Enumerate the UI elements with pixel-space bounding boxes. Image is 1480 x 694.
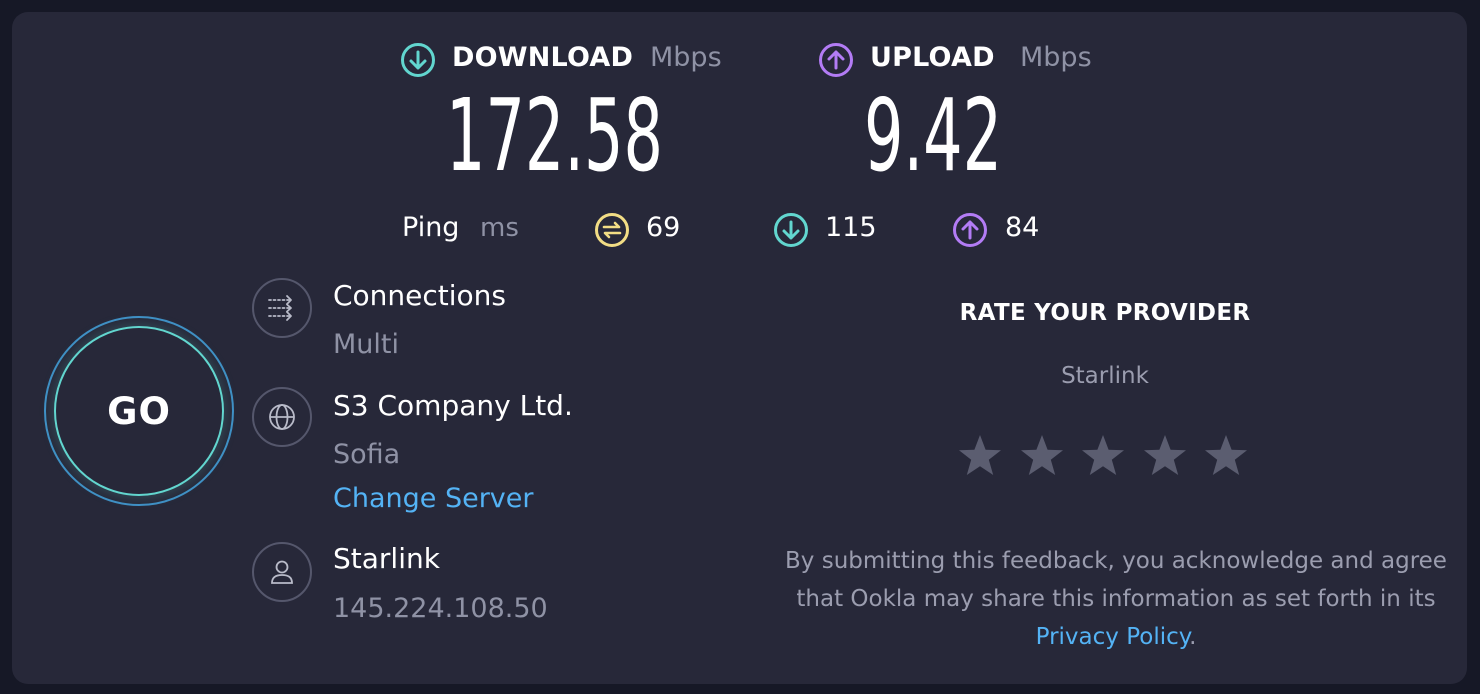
upload-label: UPLOAD [870, 42, 995, 73]
arrow-up-circle-icon [953, 213, 987, 247]
download-value: 172.58 [446, 77, 663, 194]
star-icon-5[interactable] [1202, 432, 1250, 480]
globe-icon-ring [252, 387, 312, 447]
isp-name: Starlink [333, 542, 440, 575]
rate-provider-name-wrap: Starlink [782, 363, 1428, 389]
ping-label: Ping [402, 212, 460, 243]
connections-icon-ring [252, 278, 312, 338]
star-icon-2[interactable] [1018, 432, 1066, 480]
server-name: S3 Company Ltd. [333, 389, 573, 422]
globe-icon [269, 404, 295, 430]
user-icon [271, 560, 293, 584]
rate-provider-title: RATE YOUR PROVIDER [959, 300, 1251, 326]
ping-idle-value: 69 [646, 212, 681, 243]
disclaimer-period: . [1189, 624, 1197, 650]
star-icon-4[interactable] [1141, 432, 1189, 480]
ping-upload-value: 84 [1005, 212, 1040, 243]
privacy-policy-link[interactable]: Privacy Policy [1036, 624, 1189, 650]
disclaimer-text: By submitting this feedback, you acknowl… [785, 548, 1447, 612]
ping-idle-icon [595, 213, 629, 247]
change-server-link[interactable]: Change Server [333, 483, 534, 514]
star-icon-3[interactable] [1079, 432, 1127, 480]
upload-value: 9.42 [864, 77, 1003, 194]
star-icon-1[interactable] [956, 432, 1004, 480]
feedback-disclaimer: By submitting this feedback, you acknowl… [782, 542, 1450, 656]
arrow-down-circle-icon [401, 43, 435, 77]
rate-provider-name: Starlink [1061, 363, 1149, 389]
go-button[interactable]: GO [54, 326, 224, 496]
connections-icon [268, 295, 292, 321]
connections-value: Multi [333, 329, 399, 360]
connections-title: Connections [333, 279, 507, 312]
download-unit: Mbps [650, 42, 722, 73]
go-button-ring[interactable]: GO [44, 316, 234, 506]
ping-download-value: 115 [825, 212, 877, 243]
arrow-up-circle-icon [819, 43, 853, 77]
isp-ip: 145.224.108.50 [333, 593, 548, 624]
go-button-label: GO [107, 389, 171, 433]
user-icon-ring [252, 542, 312, 602]
server-location: Sofia [333, 439, 401, 470]
star-rating [956, 432, 1256, 482]
speedtest-panel: DOWNLOAD Mbps 172.58 UPLOAD Mbps 9.42 Pi… [12, 12, 1467, 684]
upload-unit: Mbps [1020, 42, 1092, 73]
ping-unit: ms [480, 213, 519, 243]
arrow-down-circle-icon [774, 213, 808, 247]
rate-provider-section: RATE YOUR PROVIDER [782, 300, 1428, 326]
download-label: DOWNLOAD [452, 42, 634, 73]
